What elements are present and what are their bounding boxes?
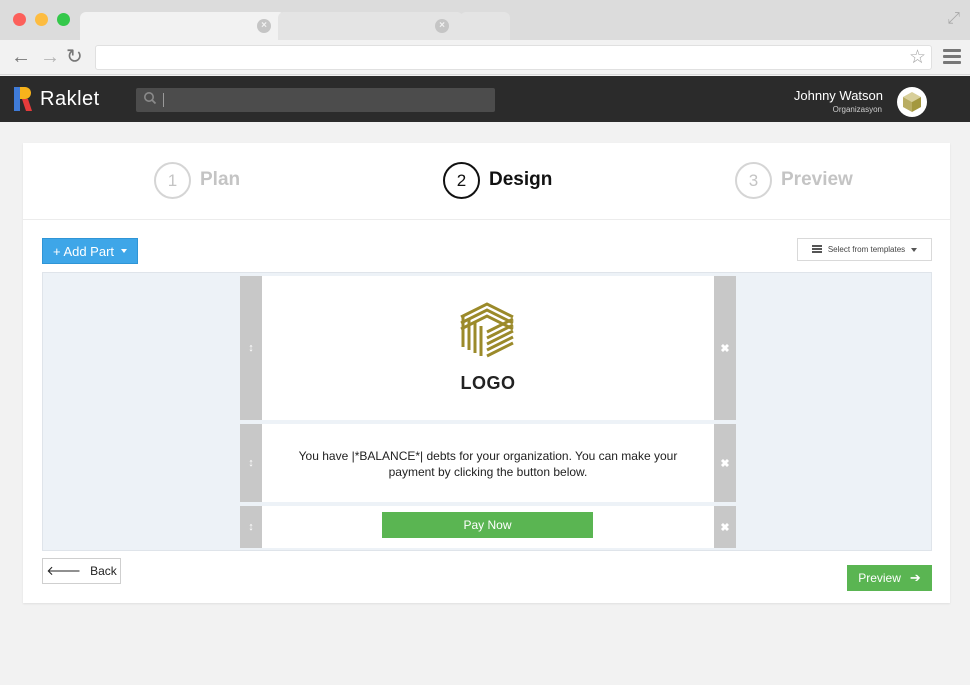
browser-titlebar: × × ⤢ bbox=[0, 0, 970, 40]
step-label: Design bbox=[489, 169, 553, 190]
tab-close-icon[interactable]: × bbox=[435, 19, 449, 33]
chevron-down-icon bbox=[911, 247, 918, 252]
step-preview[interactable]: 3 Preview bbox=[735, 161, 853, 199]
address-bar[interactable]: ☆ bbox=[95, 45, 932, 70]
preview-button-label: Preview bbox=[858, 571, 901, 585]
add-part-label: + Add Part bbox=[52, 243, 115, 259]
reload-icon[interactable]: ↻ bbox=[66, 45, 83, 69]
arrow-right-icon: ➔ bbox=[909, 570, 921, 585]
tab-close-icon[interactable]: × bbox=[257, 19, 271, 33]
part-logo[interactable]: ↕ LOGO ✖ bbox=[240, 276, 736, 420]
step-plan[interactable]: 1 Plan bbox=[154, 161, 240, 199]
drag-handle-icon[interactable]: ↕ bbox=[240, 506, 262, 548]
part-button[interactable]: ↕ Pay Now ✖ bbox=[240, 506, 736, 548]
back-button-label: Back bbox=[90, 564, 117, 578]
remove-part-icon[interactable]: ✖ bbox=[714, 424, 736, 502]
part-message[interactable]: ↕ You have |*BALANCE*| debts for your or… bbox=[240, 424, 736, 502]
pay-now-button[interactable]: Pay Now bbox=[382, 512, 593, 538]
step-label: Plan bbox=[200, 169, 241, 190]
close-window-icon[interactable] bbox=[13, 13, 26, 26]
chevron-down-icon bbox=[121, 249, 128, 253]
preview-button[interactable]: Preview ➔ bbox=[847, 565, 932, 591]
browser-toolbar: ← → ↻ ☆ bbox=[0, 40, 970, 75]
template-dropdown-label: Select from templates bbox=[827, 245, 906, 254]
user-name[interactable]: Johnny Watson bbox=[794, 88, 883, 103]
remove-part-icon[interactable]: ✖ bbox=[714, 276, 736, 420]
browser-tab-inactive[interactable]: × bbox=[278, 12, 463, 40]
minimize-window-icon[interactable] bbox=[35, 13, 48, 26]
maximize-window-icon[interactable] bbox=[57, 13, 70, 26]
wizard-steps: 1 Plan 2 Design 3 Preview bbox=[23, 143, 950, 220]
drag-handle-icon[interactable]: ↕ bbox=[240, 424, 262, 502]
logo-cube-icon bbox=[460, 302, 514, 358]
search-icon bbox=[144, 92, 157, 105]
list-icon bbox=[811, 245, 822, 254]
add-part-button[interactable]: + Add Part bbox=[42, 238, 138, 264]
campaign-editor-card: 1 Plan 2 Design 3 Preview + Add Part Sel… bbox=[23, 143, 950, 603]
bookmark-star-icon[interactable]: ☆ bbox=[909, 47, 926, 69]
remove-part-icon[interactable]: ✖ bbox=[714, 506, 736, 548]
logo-text: LOGO bbox=[460, 373, 516, 393]
back-arrow-icon[interactable]: ← bbox=[11, 45, 31, 69]
search-input[interactable] bbox=[136, 88, 495, 112]
step-design[interactable]: 2 Design bbox=[443, 161, 552, 199]
logo-block: LOGO bbox=[262, 276, 714, 420]
select-template-dropdown[interactable]: Select from templates bbox=[797, 238, 932, 261]
fullscreen-icon[interactable]: ⤢ bbox=[947, 10, 960, 28]
message-text[interactable]: You have |*BALANCE*| debts for your orga… bbox=[280, 448, 696, 480]
back-button[interactable]: 🡐 Back bbox=[42, 558, 121, 584]
brand-logo[interactable]: Raklet bbox=[14, 87, 100, 111]
email-design-canvas: ↕ LOGO ✖ ↕ You have |*BALANCE*| debts fo… bbox=[42, 272, 932, 551]
user-organization: Organizasyon bbox=[832, 105, 882, 114]
drag-handle-icon[interactable]: ↕ bbox=[240, 276, 262, 420]
forward-arrow-icon[interactable]: → bbox=[40, 45, 60, 69]
raklet-logo-icon bbox=[14, 87, 32, 111]
step-label: Preview bbox=[781, 169, 853, 190]
arrow-left-icon: 🡐 bbox=[46, 563, 82, 578]
new-tab-button[interactable] bbox=[460, 12, 510, 40]
browser-tab-active[interactable]: × bbox=[80, 12, 285, 40]
brand-name: Raklet bbox=[40, 87, 100, 110]
step-number: 3 bbox=[735, 161, 772, 199]
text-cursor bbox=[163, 93, 164, 107]
browser-menu-icon[interactable] bbox=[943, 49, 961, 67]
app-header: Raklet Johnny Watson Organizasyon bbox=[0, 76, 970, 122]
avatar[interactable] bbox=[897, 87, 927, 117]
step-number: 2 bbox=[443, 161, 480, 199]
step-number: 1 bbox=[154, 161, 191, 199]
avatar-cube-icon bbox=[903, 92, 921, 112]
